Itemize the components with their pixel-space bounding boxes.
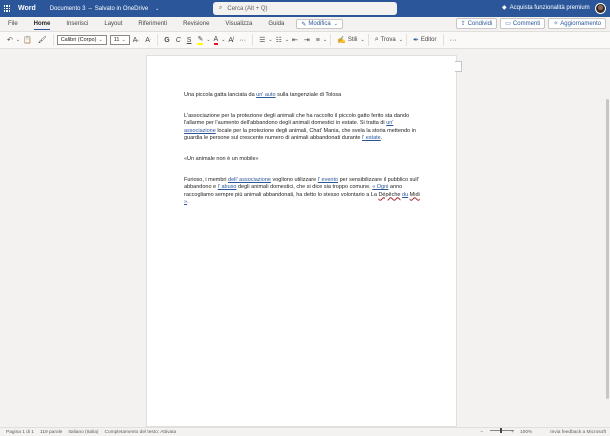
paragraph: L'associazione per la protezione degli a… — [184, 113, 416, 141]
document-title[interactable]: Documento 3 – Salvato in OneDrive ⌄ — [50, 6, 160, 12]
grow-font-icon[interactable]: A ^ — [130, 33, 143, 47]
diamond-icon: ◆ — [502, 5, 507, 11]
premium-link[interactable]: ◆ Acquista funzionalità premium — [502, 4, 590, 12]
more-options-icon[interactable]: ··· — [447, 33, 460, 47]
tab-references[interactable]: Riferimenti — [130, 17, 175, 31]
catchup-button[interactable]: ✧ Aggiornamento — [548, 18, 606, 29]
share-button[interactable]: ⇪ Condividi — [455, 18, 498, 29]
shrink-font-icon[interactable]: Aˇ — [142, 33, 154, 47]
font-color-icon[interactable]: A — [211, 33, 222, 47]
comment-icon: ▭ — [505, 21, 511, 27]
paragraph: «Un animale non è un mobile» — [184, 156, 259, 163]
suggestion-mark[interactable]: dell' associazione — [228, 177, 271, 183]
search-icon: ⌕ — [219, 5, 223, 11]
tab-insert[interactable]: Inserisci — [58, 17, 96, 31]
zoom-out-icon[interactable]: − — [480, 430, 483, 435]
vertical-scrollbar[interactable] — [606, 99, 609, 399]
undo-icon[interactable]: ↶ — [4, 33, 16, 47]
bold-icon[interactable]: G — [161, 33, 172, 47]
paragraph: Una piccola gatta lanciata da un' auto s… — [184, 92, 342, 98]
ribbon-tabs: File Home Inserisci Layout Riferimenti R… — [0, 17, 610, 31]
app-name[interactable]: Word — [18, 5, 36, 12]
italic-icon[interactable]: C — [173, 33, 184, 47]
chevron-down-icon[interactable]: ⌄ — [323, 33, 327, 47]
spelling-mark[interactable]: Midi — [410, 192, 420, 198]
highlight-icon[interactable]: ✎ — [194, 33, 206, 47]
numbering-icon[interactable]: ☷ — [273, 33, 285, 47]
zoom-level[interactable]: 100% — [520, 430, 532, 435]
tab-file[interactable]: File — [0, 17, 26, 31]
suggestion-mark[interactable]: un' auto — [256, 92, 275, 98]
suggestion-mark[interactable]: l' evento — [318, 177, 338, 183]
share-icon: ⇪ — [460, 21, 466, 27]
find-button[interactable]: ⌕ Trova — [372, 33, 399, 47]
doc-title-text: Documento 3 — [49, 5, 86, 12]
edit-mode-dropdown[interactable]: ✎ Modifica ⌄ — [296, 19, 343, 29]
chevron-down-icon: ⌄ — [333, 21, 338, 27]
underline-icon[interactable]: S — [184, 33, 195, 47]
avatar[interactable] — [595, 3, 606, 14]
zoom-slider[interactable] — [490, 430, 514, 431]
status-bar: Pagina 1 di 1 119 parole Italiano (Itali… — [0, 427, 610, 436]
font-size-select[interactable]: 11 ⌄ — [109, 35, 130, 45]
suggestion-mark[interactable]: l' estate — [362, 135, 381, 141]
font-name-select[interactable]: Calibri (Corpo) ⌄ — [56, 35, 107, 45]
suggestion-mark[interactable]: l' abuso — [218, 184, 237, 190]
chevron-down-icon[interactable]: ⌄ — [360, 33, 364, 47]
tab-help[interactable]: Guida — [260, 17, 292, 31]
title-bar: Word Documento 3 – Salvato in OneDrive ⌄… — [0, 0, 610, 17]
chevron-down-icon: ⌄ — [98, 37, 103, 43]
styles-icon: ✍ — [337, 37, 346, 44]
ribbon-toolbar: ↶ ⌄ 📋 🖌 Calibri (Corpo) ⌄ 11 ⌄ A ^ Aˇ G C S… — [0, 31, 610, 49]
editor-icon: ✒ — [412, 37, 419, 44]
spelling-mark[interactable]: Dépêche — [378, 192, 400, 198]
document-canvas: Una piccola gatta lanciata da un' auto s… — [0, 49, 610, 427]
more-icon[interactable]: ··· — [236, 33, 249, 47]
suggestion-mark[interactable]: « Ogni — [372, 184, 388, 190]
editor-button[interactable]: ✒ Editor — [410, 33, 440, 47]
tab-layout[interactable]: Layout — [96, 17, 130, 31]
search-icon: ⌕ — [374, 36, 379, 43]
document-page[interactable]: Una piccola gatta lanciata da un' auto s… — [146, 55, 457, 427]
search-input[interactable]: ⌕ Cerca (Alt + Q) — [213, 2, 397, 15]
tab-view[interactable]: Visualizza — [217, 17, 260, 31]
document-body[interactable]: Una piccola gatta lanciata da un' auto s… — [184, 92, 424, 220]
styles-button[interactable]: ✍ Stili — [334, 33, 360, 47]
chevron-down-icon: ⌄ — [155, 5, 160, 12]
comments-button[interactable]: ▭ Commenti — [500, 18, 546, 29]
chevron-down-icon: ⌄ — [121, 37, 126, 43]
paragraph: Furioso, i membri dell' associazione vog… — [184, 177, 420, 205]
increase-indent-icon[interactable]: ⇥ — [301, 33, 313, 47]
word-count[interactable]: 119 parole — [40, 430, 62, 435]
search-placeholder: Cerca (Alt + Q) — [227, 5, 268, 12]
page-side-tab[interactable] — [455, 61, 462, 72]
bullets-icon[interactable]: ☰ — [256, 33, 268, 47]
zoom-slider-thumb[interactable] — [500, 428, 502, 433]
tab-review[interactable]: Revisione — [175, 17, 217, 31]
save-status: Salvato in OneDrive — [94, 5, 149, 12]
app-launcher-icon[interactable] — [0, 0, 14, 17]
autocomplete-status[interactable]: Completamento del testo: Attivata — [104, 430, 176, 435]
feedback-link[interactable]: Invia feedback a Microsoft — [550, 430, 606, 435]
paste-icon[interactable]: 📋 — [20, 33, 35, 47]
decrease-indent-icon[interactable]: ⇤ — [289, 33, 301, 47]
pencil-icon: ✎ — [301, 21, 307, 28]
align-icon[interactable]: ≡ — [313, 33, 323, 47]
sparkle-icon: ✧ — [553, 21, 559, 27]
clear-formatting-icon[interactable]: A̸ — [225, 33, 236, 47]
page-count[interactable]: Pagina 1 di 1 — [6, 430, 34, 435]
format-painter-icon[interactable]: 🖌 — [35, 33, 50, 47]
chevron-down-icon[interactable]: ⌄ — [399, 33, 403, 47]
language-status[interactable]: Italiano (Italia) — [68, 430, 98, 435]
tab-home[interactable]: Home — [26, 17, 59, 31]
